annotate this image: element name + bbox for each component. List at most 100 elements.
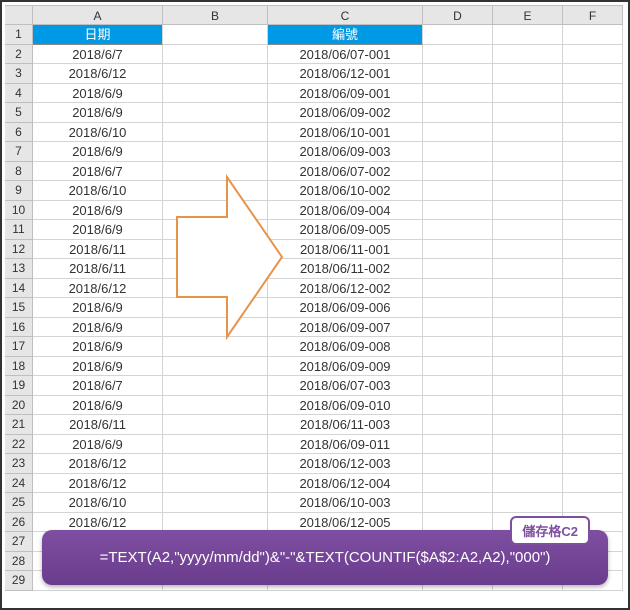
- empty-cell[interactable]: [493, 103, 563, 123]
- empty-cell[interactable]: [423, 123, 493, 143]
- table-row[interactable]: 2018/6/9: [33, 298, 163, 318]
- empty-cell[interactable]: [163, 162, 268, 182]
- empty-cell[interactable]: [493, 415, 563, 435]
- row-header[interactable]: 18: [5, 357, 33, 377]
- table-row[interactable]: 2018/06/11-002: [268, 259, 423, 279]
- table-row[interactable]: 2018/6/7: [33, 45, 163, 65]
- table-row[interactable]: 2018/6/9: [33, 396, 163, 416]
- empty-cell[interactable]: [563, 240, 623, 260]
- empty-cell[interactable]: [423, 162, 493, 182]
- row-header[interactable]: 3: [5, 64, 33, 84]
- empty-cell[interactable]: [163, 201, 268, 221]
- table-row[interactable]: 2018/06/07-003: [268, 376, 423, 396]
- row-header[interactable]: 14: [5, 279, 33, 299]
- row-header[interactable]: 11: [5, 220, 33, 240]
- empty-cell[interactable]: [423, 493, 493, 513]
- empty-cell[interactable]: [163, 435, 268, 455]
- table-row[interactable]: 2018/6/9: [33, 84, 163, 104]
- table-row[interactable]: 2018/06/09-004: [268, 201, 423, 221]
- empty-cell[interactable]: [423, 45, 493, 65]
- row-header[interactable]: 17: [5, 337, 33, 357]
- corner-cell[interactable]: [5, 5, 33, 25]
- empty-cell[interactable]: [493, 123, 563, 143]
- empty-cell[interactable]: [563, 259, 623, 279]
- empty-cell[interactable]: [493, 64, 563, 84]
- empty-cell[interactable]: [563, 376, 623, 396]
- empty-cell[interactable]: [493, 240, 563, 260]
- empty-cell[interactable]: [163, 259, 268, 279]
- table-row[interactable]: 2018/06/12-004: [268, 474, 423, 494]
- empty-cell[interactable]: [423, 181, 493, 201]
- table-row[interactable]: 2018/06/07-002: [268, 162, 423, 182]
- empty-cell[interactable]: [423, 142, 493, 162]
- empty-cell[interactable]: [493, 357, 563, 377]
- spreadsheet-grid[interactable]: 1234567891011121314151617181920212223242…: [5, 5, 625, 591]
- row-header[interactable]: 6: [5, 123, 33, 143]
- empty-cell[interactable]: [423, 454, 493, 474]
- table-row[interactable]: 2018/06/12-003: [268, 454, 423, 474]
- row-header[interactable]: 28: [5, 552, 33, 572]
- empty-cell[interactable]: [563, 64, 623, 84]
- row-header[interactable]: 1: [5, 25, 33, 45]
- table-row[interactable]: 2018/6/12: [33, 454, 163, 474]
- table-row[interactable]: 2018/06/12-001: [268, 64, 423, 84]
- empty-cell[interactable]: [563, 435, 623, 455]
- empty-cell[interactable]: [423, 376, 493, 396]
- row-header[interactable]: 23: [5, 454, 33, 474]
- empty-cell[interactable]: [163, 474, 268, 494]
- table-row[interactable]: 2018/06/09-002: [268, 103, 423, 123]
- empty-cell[interactable]: [563, 493, 623, 513]
- table-row[interactable]: 2018/6/9: [33, 318, 163, 338]
- row-header[interactable]: 25: [5, 493, 33, 513]
- empty-cell[interactable]: [163, 64, 268, 84]
- empty-cell[interactable]: [493, 298, 563, 318]
- col-header-f[interactable]: F: [563, 5, 623, 25]
- row-header[interactable]: 5: [5, 103, 33, 123]
- empty-cell[interactable]: [493, 454, 563, 474]
- empty-cell[interactable]: [163, 123, 268, 143]
- empty-cell[interactable]: [163, 454, 268, 474]
- empty-cell[interactable]: [163, 103, 268, 123]
- table-row[interactable]: 2018/06/09-007: [268, 318, 423, 338]
- table-row[interactable]: 2018/6/9: [33, 103, 163, 123]
- empty-cell[interactable]: [423, 103, 493, 123]
- row-header[interactable]: 7: [5, 142, 33, 162]
- cell-e1[interactable]: [493, 25, 563, 45]
- empty-cell[interactable]: [563, 396, 623, 416]
- table-row[interactable]: 2018/6/7: [33, 376, 163, 396]
- empty-cell[interactable]: [423, 298, 493, 318]
- empty-cell[interactable]: [163, 357, 268, 377]
- empty-cell[interactable]: [163, 220, 268, 240]
- empty-cell[interactable]: [163, 279, 268, 299]
- table-row[interactable]: 2018/06/10-003: [268, 493, 423, 513]
- table-row[interactable]: 2018/6/11: [33, 259, 163, 279]
- empty-cell[interactable]: [423, 474, 493, 494]
- row-header[interactable]: 24: [5, 474, 33, 494]
- table-row[interactable]: 2018/06/09-011: [268, 435, 423, 455]
- empty-cell[interactable]: [563, 123, 623, 143]
- empty-cell[interactable]: [163, 396, 268, 416]
- row-header[interactable]: 20: [5, 396, 33, 416]
- empty-cell[interactable]: [493, 220, 563, 240]
- empty-cell[interactable]: [163, 337, 268, 357]
- row-header[interactable]: 29: [5, 571, 33, 591]
- table-row[interactable]: 2018/6/9: [33, 435, 163, 455]
- row-header[interactable]: 16: [5, 318, 33, 338]
- empty-cell[interactable]: [163, 181, 268, 201]
- empty-cell[interactable]: [493, 181, 563, 201]
- empty-cell[interactable]: [563, 220, 623, 240]
- table-row[interactable]: 2018/6/7: [33, 162, 163, 182]
- empty-cell[interactable]: [423, 220, 493, 240]
- empty-cell[interactable]: [563, 84, 623, 104]
- table-row[interactable]: 2018/6/10: [33, 123, 163, 143]
- empty-cell[interactable]: [493, 142, 563, 162]
- row-header[interactable]: 2: [5, 45, 33, 65]
- empty-cell[interactable]: [423, 435, 493, 455]
- empty-cell[interactable]: [493, 201, 563, 221]
- table-row[interactable]: 2018/06/09-003: [268, 142, 423, 162]
- table-row[interactable]: 2018/06/09-005: [268, 220, 423, 240]
- empty-cell[interactable]: [163, 45, 268, 65]
- empty-cell[interactable]: [563, 474, 623, 494]
- empty-cell[interactable]: [163, 415, 268, 435]
- empty-cell[interactable]: [423, 259, 493, 279]
